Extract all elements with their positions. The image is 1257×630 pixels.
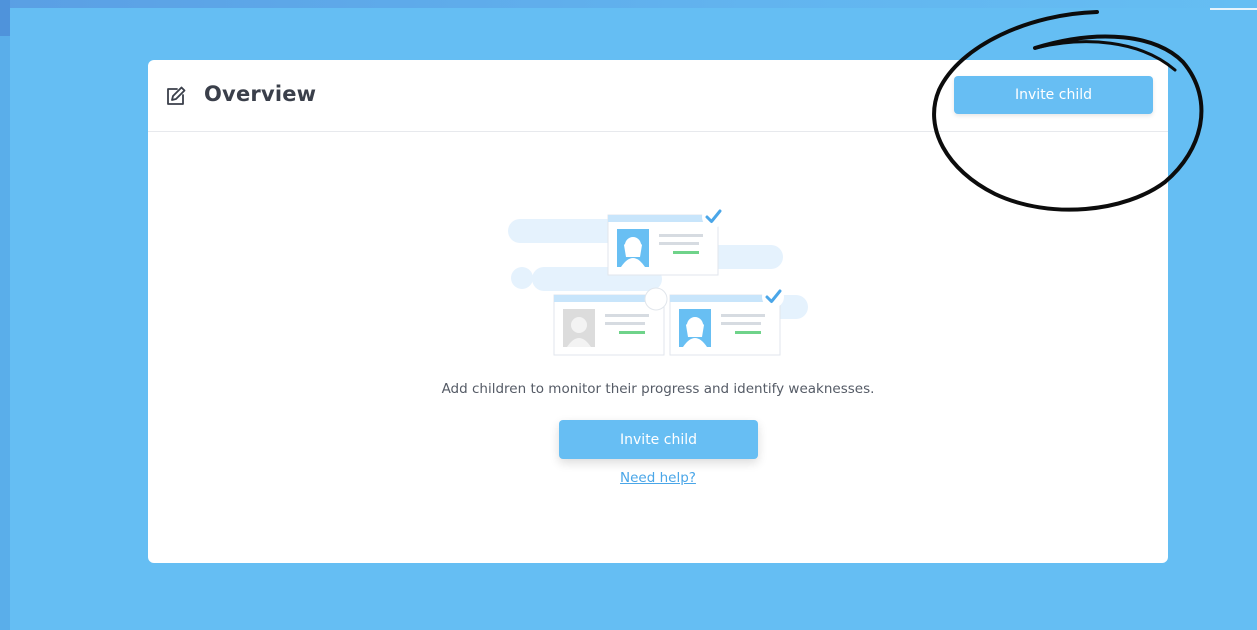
need-help-link[interactable]: Need help? [148,470,1168,486]
pending-circle-icon [644,287,668,311]
checkmark-icon [762,286,784,308]
page-title: Overview [204,82,317,106]
card-header: Overview Invite child [148,60,1168,132]
checkmark-icon [702,206,724,228]
overview-card: Overview Invite child Add children to mo… [148,60,1168,563]
child-card-top [607,214,719,276]
corner-line [1210,8,1257,10]
left-band [0,0,10,630]
left-band-top [0,0,10,36]
invite-child-button[interactable]: Invite child [559,420,758,459]
illustration-dot [511,267,533,289]
invite-child-button-header[interactable]: Invite child [954,76,1153,114]
empty-state-message: Add children to monitor their progress a… [441,381,875,397]
children-illustration [508,206,808,356]
top-band [0,0,1257,8]
child-card-bottom-right [669,294,781,356]
edit-icon [164,84,188,108]
